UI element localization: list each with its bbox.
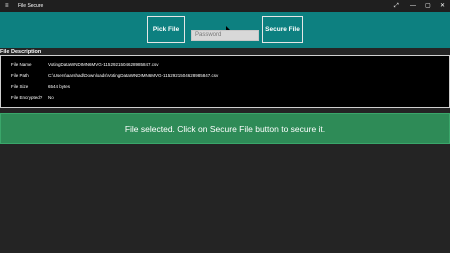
file-encrypted-value: No [48, 95, 54, 100]
password-input[interactable]: Password [191, 30, 259, 41]
file-path-value: C:\Users\aarshad\Downloads\VotingDataWND… [48, 73, 219, 78]
file-path-label: File Path [11, 73, 29, 78]
pick-file-button[interactable]: Pick File [147, 16, 185, 43]
file-name-label: File Name [11, 62, 32, 67]
expand-icon[interactable]: ⤢ [394, 0, 399, 12]
close-button[interactable]: ✕ [440, 0, 445, 12]
status-message: File selected. Click on Secure File butt… [124, 123, 326, 134]
secure-file-button[interactable]: Secure File [262, 16, 303, 43]
file-size-value: 6544 bytes [48, 84, 71, 89]
window-title: File Secure [18, 3, 44, 9]
file-name-value: VotingDataWNDIMN6MVG-1152921504628985847… [48, 62, 159, 67]
file-description-panel: File Name VotingDataWNDIMN6MVG-115292150… [0, 55, 450, 108]
hamburger-menu-icon[interactable]: ≡ [5, 0, 9, 12]
file-size-label: File Size [11, 84, 29, 89]
file-encrypted-label: File Encrypted? [11, 95, 43, 100]
status-banner: File selected. Click on Secure File butt… [0, 113, 450, 144]
minimize-button[interactable]: — [410, 0, 416, 12]
maximize-button[interactable]: ▢ [425, 0, 431, 12]
title-bar: ≡ File Secure ⤢ — ▢ ✕ [0, 0, 450, 12]
